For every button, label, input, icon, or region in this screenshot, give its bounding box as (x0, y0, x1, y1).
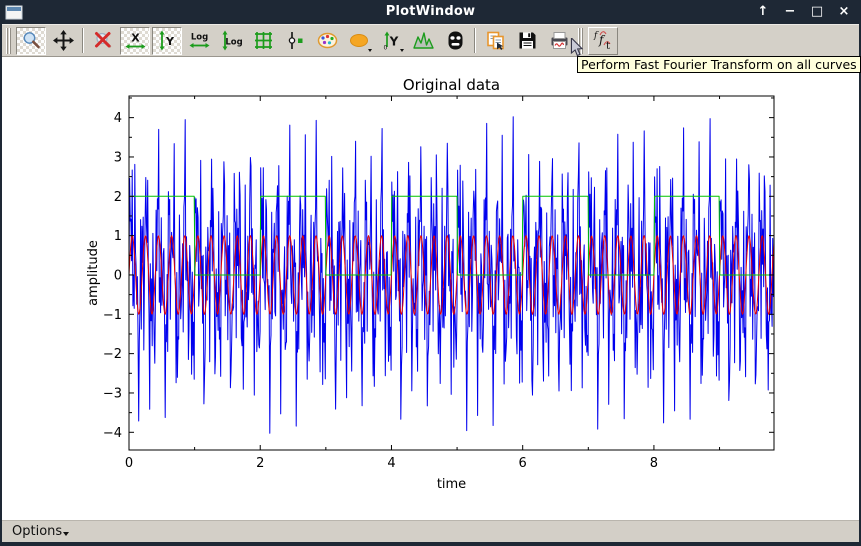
options-bar: Options (2, 520, 859, 542)
save-button[interactable] (512, 27, 542, 55)
y-axis-label: amplitude (86, 240, 101, 306)
cross-section-icon (285, 30, 306, 51)
close-button[interactable]: × (837, 2, 851, 22)
figure-canvas: 0 2 4 6 8 −4 −3 −2 −1 0 1 2 3 4 Original data time ampli… (2, 57, 859, 520)
window-icon (5, 5, 23, 20)
copy-button[interactable] (480, 27, 510, 55)
chevron-down-icon (63, 532, 69, 536)
x-axis-label: time (437, 477, 466, 492)
minimize-button[interactable]: − (783, 2, 797, 22)
log-x-icon: Log (189, 30, 210, 51)
pan-arrows-icon (53, 30, 74, 51)
options-button[interactable]: Options (7, 523, 75, 540)
y-range-button[interactable]: 0Y (376, 27, 406, 55)
x-tick-label: 0 (125, 456, 133, 471)
svg-text:X: X (131, 32, 140, 45)
x-axis-scale-icon: X (125, 30, 146, 51)
y-range-icon: 0Y (381, 30, 402, 51)
x-tick-label: 4 (387, 456, 395, 471)
svg-text:f: f (598, 33, 606, 47)
save-icon (517, 30, 538, 51)
y-tick-label: −4 (103, 426, 122, 441)
x-tick-label: 2 (256, 456, 264, 471)
svg-text:Log: Log (190, 33, 207, 43)
curve-stats-button[interactable] (408, 27, 438, 55)
print-icon (549, 30, 570, 51)
toolbar-grip[interactable] (6, 28, 12, 54)
grid-icon (253, 30, 274, 51)
mask-icon (445, 30, 466, 51)
window-title: PlotWindow (386, 4, 475, 19)
svg-text:t: t (606, 41, 610, 52)
mask-button[interactable] (440, 27, 470, 55)
fft-button[interactable]: fft (588, 27, 618, 55)
svg-text:Log: Log (225, 38, 242, 48)
plot-area[interactable]: 0 2 4 6 8 −4 −3 −2 −1 0 1 2 3 4 Original data time ampli… (2, 57, 859, 520)
y-axis-scale-icon: Y (157, 30, 178, 51)
y-tick-label: 1 (114, 229, 122, 244)
chevron-down-icon (368, 49, 372, 52)
fft-icon: fft (590, 28, 616, 54)
options-button-label: Options (12, 524, 62, 539)
toolbar-separator (82, 28, 84, 53)
plot-title: Original data (403, 76, 500, 94)
ellipse-icon (349, 30, 370, 51)
y-tick-label: −2 (103, 347, 122, 362)
log-y-icon: Log (221, 30, 242, 51)
cross-section-button[interactable] (280, 27, 310, 55)
y-tick-label: 2 (114, 190, 122, 205)
svg-text:Y: Y (165, 35, 175, 48)
ellipse-tool-button[interactable] (344, 27, 374, 55)
maximize-button[interactable]: □ (810, 2, 824, 22)
mouse-cursor-icon (570, 38, 584, 62)
zoom-cancel-icon (93, 30, 114, 51)
palette-icon (317, 30, 338, 51)
log-y-button[interactable]: Log (216, 27, 246, 55)
log-x-button[interactable]: Log (184, 27, 214, 55)
peaks-icon (413, 30, 434, 51)
y-tick-label: 0 (114, 268, 122, 283)
x-tick-label: 8 (650, 456, 658, 471)
titlebar[interactable]: PlotWindow ↑−□ × (0, 0, 861, 24)
toolbar-separator (474, 28, 476, 53)
y-tick-label: 3 (114, 150, 122, 165)
chevron-down-icon (400, 49, 404, 52)
pan-button[interactable] (48, 27, 78, 55)
y-tick-label: 4 (114, 111, 122, 126)
grid-button[interactable] (248, 27, 278, 55)
x-tick-label: 6 (519, 456, 527, 471)
fft-tooltip: Perform Fast Fourier Transform on all cu… (577, 56, 861, 73)
clear-zoom-button[interactable] (88, 27, 118, 55)
zoom-button[interactable] (16, 27, 46, 55)
rollup-button[interactable]: ↑ (756, 2, 770, 22)
color-palette-button[interactable] (312, 27, 342, 55)
toolbar: XYLogLog0Yfft (2, 24, 859, 57)
y-tick-label: −1 (103, 308, 122, 323)
plot-window: PlotWindow ↑−□× XYLogLog0Yfft 02468−4−3−… (0, 0, 861, 546)
svg-text:0: 0 (383, 45, 387, 52)
copy-icon (485, 30, 506, 51)
magnifier-icon (21, 30, 42, 51)
autoscale-y-button[interactable]: Y (152, 27, 182, 55)
y-tick-label: −3 (103, 386, 122, 401)
autoscale-x-button[interactable]: X (120, 27, 150, 55)
svg-text:Y: Y (388, 35, 398, 49)
